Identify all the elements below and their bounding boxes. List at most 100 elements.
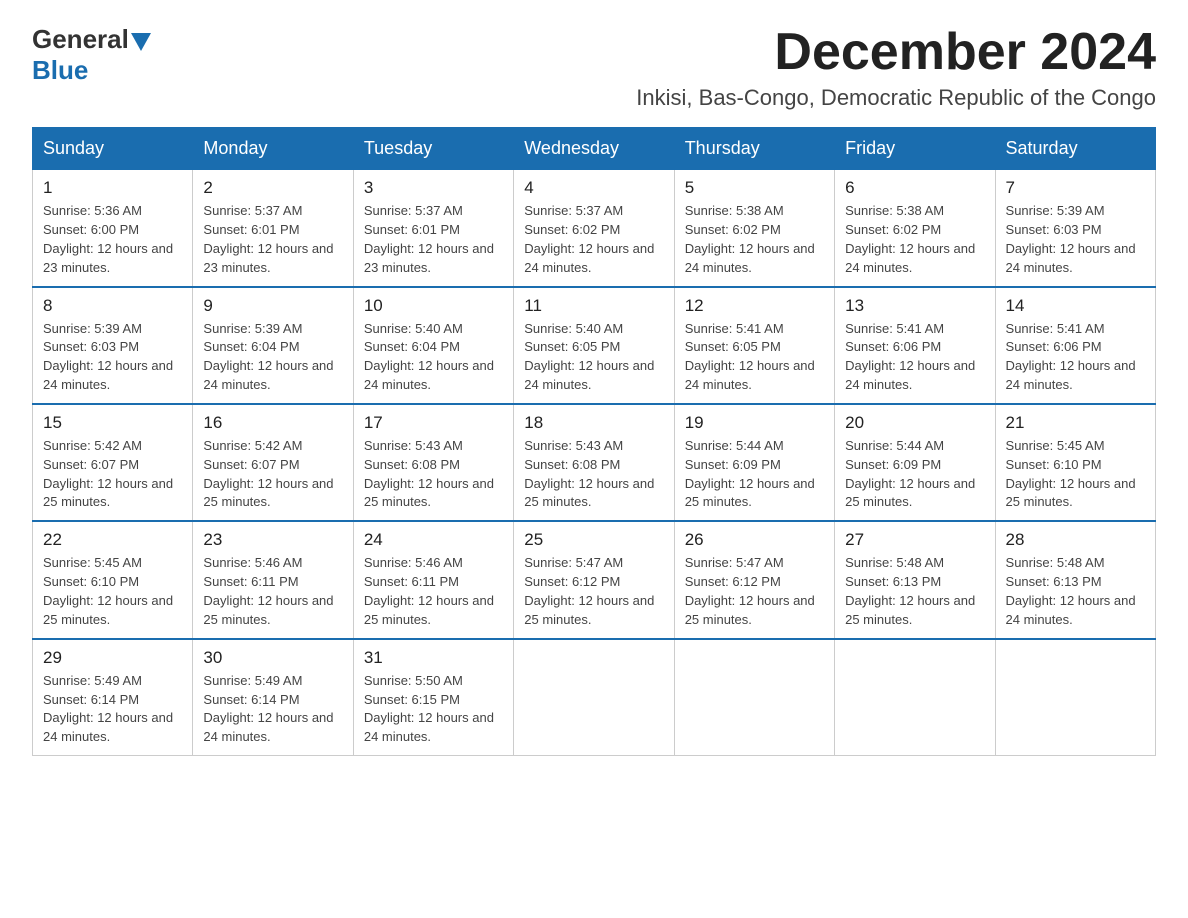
day-number: 13 bbox=[845, 296, 984, 316]
day-info: Sunrise: 5:39 AM Sunset: 6:04 PM Dayligh… bbox=[203, 320, 342, 395]
day-info: Sunrise: 5:49 AM Sunset: 6:14 PM Dayligh… bbox=[203, 672, 342, 747]
day-info: Sunrise: 5:44 AM Sunset: 6:09 PM Dayligh… bbox=[845, 437, 984, 512]
day-info: Sunrise: 5:41 AM Sunset: 6:05 PM Dayligh… bbox=[685, 320, 824, 395]
day-number: 22 bbox=[43, 530, 182, 550]
day-number: 16 bbox=[203, 413, 342, 433]
day-number: 2 bbox=[203, 178, 342, 198]
day-number: 23 bbox=[203, 530, 342, 550]
weekday-header-wednesday: Wednesday bbox=[514, 128, 674, 170]
day-info: Sunrise: 5:41 AM Sunset: 6:06 PM Dayligh… bbox=[845, 320, 984, 395]
day-info: Sunrise: 5:50 AM Sunset: 6:15 PM Dayligh… bbox=[364, 672, 503, 747]
day-number: 8 bbox=[43, 296, 182, 316]
calendar-cell: 9 Sunrise: 5:39 AM Sunset: 6:04 PM Dayli… bbox=[193, 287, 353, 404]
calendar-cell: 25 Sunrise: 5:47 AM Sunset: 6:12 PM Dayl… bbox=[514, 521, 674, 638]
day-info: Sunrise: 5:45 AM Sunset: 6:10 PM Dayligh… bbox=[43, 554, 182, 629]
day-number: 11 bbox=[524, 296, 663, 316]
calendar-week-2: 8 Sunrise: 5:39 AM Sunset: 6:03 PM Dayli… bbox=[33, 287, 1156, 404]
day-info: Sunrise: 5:46 AM Sunset: 6:11 PM Dayligh… bbox=[364, 554, 503, 629]
calendar-table: SundayMondayTuesdayWednesdayThursdayFrid… bbox=[32, 127, 1156, 756]
calendar-cell: 16 Sunrise: 5:42 AM Sunset: 6:07 PM Dayl… bbox=[193, 404, 353, 521]
calendar-cell: 23 Sunrise: 5:46 AM Sunset: 6:11 PM Dayl… bbox=[193, 521, 353, 638]
day-number: 4 bbox=[524, 178, 663, 198]
day-number: 7 bbox=[1006, 178, 1145, 198]
day-info: Sunrise: 5:43 AM Sunset: 6:08 PM Dayligh… bbox=[364, 437, 503, 512]
day-info: Sunrise: 5:37 AM Sunset: 6:01 PM Dayligh… bbox=[203, 202, 342, 277]
day-info: Sunrise: 5:37 AM Sunset: 6:01 PM Dayligh… bbox=[364, 202, 503, 277]
day-number: 18 bbox=[524, 413, 663, 433]
day-info: Sunrise: 5:48 AM Sunset: 6:13 PM Dayligh… bbox=[1006, 554, 1145, 629]
calendar-cell: 20 Sunrise: 5:44 AM Sunset: 6:09 PM Dayl… bbox=[835, 404, 995, 521]
day-number: 28 bbox=[1006, 530, 1145, 550]
day-number: 26 bbox=[685, 530, 824, 550]
logo: General Blue bbox=[32, 24, 153, 86]
day-number: 27 bbox=[845, 530, 984, 550]
calendar-cell bbox=[514, 639, 674, 756]
weekday-header-monday: Monday bbox=[193, 128, 353, 170]
day-info: Sunrise: 5:39 AM Sunset: 6:03 PM Dayligh… bbox=[1006, 202, 1145, 277]
day-info: Sunrise: 5:44 AM Sunset: 6:09 PM Dayligh… bbox=[685, 437, 824, 512]
calendar-cell: 31 Sunrise: 5:50 AM Sunset: 6:15 PM Dayl… bbox=[353, 639, 513, 756]
logo-arrow-icon bbox=[131, 33, 151, 51]
day-number: 17 bbox=[364, 413, 503, 433]
day-info: Sunrise: 5:36 AM Sunset: 6:00 PM Dayligh… bbox=[43, 202, 182, 277]
day-info: Sunrise: 5:38 AM Sunset: 6:02 PM Dayligh… bbox=[845, 202, 984, 277]
calendar-title: December 2024 bbox=[636, 24, 1156, 81]
weekday-header-saturday: Saturday bbox=[995, 128, 1155, 170]
calendar-cell: 1 Sunrise: 5:36 AM Sunset: 6:00 PM Dayli… bbox=[33, 170, 193, 287]
day-number: 1 bbox=[43, 178, 182, 198]
calendar-cell: 26 Sunrise: 5:47 AM Sunset: 6:12 PM Dayl… bbox=[674, 521, 834, 638]
day-info: Sunrise: 5:40 AM Sunset: 6:04 PM Dayligh… bbox=[364, 320, 503, 395]
day-number: 14 bbox=[1006, 296, 1145, 316]
day-info: Sunrise: 5:40 AM Sunset: 6:05 PM Dayligh… bbox=[524, 320, 663, 395]
day-info: Sunrise: 5:46 AM Sunset: 6:11 PM Dayligh… bbox=[203, 554, 342, 629]
day-number: 24 bbox=[364, 530, 503, 550]
day-info: Sunrise: 5:42 AM Sunset: 6:07 PM Dayligh… bbox=[43, 437, 182, 512]
day-info: Sunrise: 5:42 AM Sunset: 6:07 PM Dayligh… bbox=[203, 437, 342, 512]
calendar-cell bbox=[674, 639, 834, 756]
weekday-header-tuesday: Tuesday bbox=[353, 128, 513, 170]
day-info: Sunrise: 5:39 AM Sunset: 6:03 PM Dayligh… bbox=[43, 320, 182, 395]
calendar-cell: 11 Sunrise: 5:40 AM Sunset: 6:05 PM Dayl… bbox=[514, 287, 674, 404]
calendar-cell: 3 Sunrise: 5:37 AM Sunset: 6:01 PM Dayli… bbox=[353, 170, 513, 287]
calendar-cell: 28 Sunrise: 5:48 AM Sunset: 6:13 PM Dayl… bbox=[995, 521, 1155, 638]
day-number: 6 bbox=[845, 178, 984, 198]
calendar-cell: 14 Sunrise: 5:41 AM Sunset: 6:06 PM Dayl… bbox=[995, 287, 1155, 404]
day-number: 31 bbox=[364, 648, 503, 668]
calendar-cell: 5 Sunrise: 5:38 AM Sunset: 6:02 PM Dayli… bbox=[674, 170, 834, 287]
calendar-cell: 17 Sunrise: 5:43 AM Sunset: 6:08 PM Dayl… bbox=[353, 404, 513, 521]
calendar-cell: 19 Sunrise: 5:44 AM Sunset: 6:09 PM Dayl… bbox=[674, 404, 834, 521]
day-number: 25 bbox=[524, 530, 663, 550]
day-info: Sunrise: 5:47 AM Sunset: 6:12 PM Dayligh… bbox=[524, 554, 663, 629]
calendar-cell: 27 Sunrise: 5:48 AM Sunset: 6:13 PM Dayl… bbox=[835, 521, 995, 638]
day-number: 20 bbox=[845, 413, 984, 433]
calendar-cell: 22 Sunrise: 5:45 AM Sunset: 6:10 PM Dayl… bbox=[33, 521, 193, 638]
day-info: Sunrise: 5:49 AM Sunset: 6:14 PM Dayligh… bbox=[43, 672, 182, 747]
calendar-week-4: 22 Sunrise: 5:45 AM Sunset: 6:10 PM Dayl… bbox=[33, 521, 1156, 638]
day-info: Sunrise: 5:41 AM Sunset: 6:06 PM Dayligh… bbox=[1006, 320, 1145, 395]
calendar-week-5: 29 Sunrise: 5:49 AM Sunset: 6:14 PM Dayl… bbox=[33, 639, 1156, 756]
calendar-cell: 12 Sunrise: 5:41 AM Sunset: 6:05 PM Dayl… bbox=[674, 287, 834, 404]
weekday-header-friday: Friday bbox=[835, 128, 995, 170]
day-number: 3 bbox=[364, 178, 503, 198]
calendar-week-3: 15 Sunrise: 5:42 AM Sunset: 6:07 PM Dayl… bbox=[33, 404, 1156, 521]
day-number: 21 bbox=[1006, 413, 1145, 433]
day-number: 5 bbox=[685, 178, 824, 198]
calendar-cell: 6 Sunrise: 5:38 AM Sunset: 6:02 PM Dayli… bbox=[835, 170, 995, 287]
day-info: Sunrise: 5:47 AM Sunset: 6:12 PM Dayligh… bbox=[685, 554, 824, 629]
weekday-header-thursday: Thursday bbox=[674, 128, 834, 170]
day-info: Sunrise: 5:43 AM Sunset: 6:08 PM Dayligh… bbox=[524, 437, 663, 512]
calendar-week-1: 1 Sunrise: 5:36 AM Sunset: 6:00 PM Dayli… bbox=[33, 170, 1156, 287]
calendar-cell: 2 Sunrise: 5:37 AM Sunset: 6:01 PM Dayli… bbox=[193, 170, 353, 287]
day-number: 9 bbox=[203, 296, 342, 316]
calendar-cell: 30 Sunrise: 5:49 AM Sunset: 6:14 PM Dayl… bbox=[193, 639, 353, 756]
day-info: Sunrise: 5:37 AM Sunset: 6:02 PM Dayligh… bbox=[524, 202, 663, 277]
calendar-cell: 13 Sunrise: 5:41 AM Sunset: 6:06 PM Dayl… bbox=[835, 287, 995, 404]
day-info: Sunrise: 5:38 AM Sunset: 6:02 PM Dayligh… bbox=[685, 202, 824, 277]
calendar-cell: 29 Sunrise: 5:49 AM Sunset: 6:14 PM Dayl… bbox=[33, 639, 193, 756]
day-number: 30 bbox=[203, 648, 342, 668]
day-number: 19 bbox=[685, 413, 824, 433]
day-number: 10 bbox=[364, 296, 503, 316]
logo-blue-text: Blue bbox=[32, 55, 88, 86]
day-number: 15 bbox=[43, 413, 182, 433]
calendar-subtitle: Inkisi, Bas-Congo, Democratic Republic o… bbox=[636, 85, 1156, 111]
